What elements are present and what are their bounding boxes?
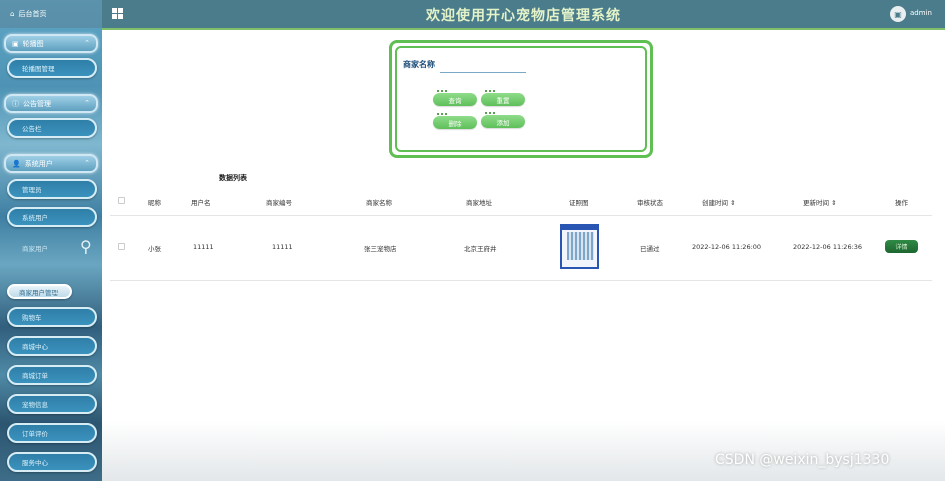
user-icon: 👤 (12, 159, 21, 168)
info-icon: ⓘ (12, 99, 19, 108)
detail-button[interactable]: 详情 (885, 240, 918, 253)
sidebar-item-service-center[interactable]: 服务中心 (7, 452, 97, 472)
table-divider (110, 215, 932, 216)
column-header: 昵称 (148, 199, 161, 207)
column-header: 审核状态 (637, 199, 663, 207)
sidebar-group-carousel[interactable]: ▣ 轮播图 ⌃ (4, 34, 98, 53)
sidebar-home-link[interactable]: ⌂ 后台首页 (0, 0, 102, 28)
sidebar-item-label: 订单评价 (22, 430, 48, 438)
image-icon: ▣ (12, 39, 19, 48)
sidebar-item-label: 轮播图管理 (22, 65, 55, 73)
pin-icon: ⚲ (80, 237, 92, 256)
data-list-title: 数据列表 (219, 174, 247, 182)
chevron-up-icon: ⌃ (84, 99, 90, 107)
license-image[interactable] (560, 224, 599, 269)
sidebar-item-label: 系统用户 (22, 214, 48, 222)
sidebar-item-order-reviews[interactable]: 订单评价 (7, 423, 97, 443)
sidebar-item-carousel-manage[interactable]: 轮播图管理 (7, 58, 97, 78)
app-window: ⌂ 后台首页 ▣ 轮播图 ⌃ 轮播图管理 ⓘ 公告管理 ⌃ 公告栏 👤 系统用户… (0, 0, 945, 481)
select-all-checkbox[interactable] (118, 197, 125, 204)
sidebar-item-mall-center[interactable]: 商城中心 (7, 336, 97, 356)
sidebar-item-label: 服务中心 (22, 459, 48, 467)
cell-shop-name: 张三宠物店 (364, 245, 397, 253)
table-divider (110, 280, 932, 281)
column-header-sortable[interactable]: 更新时间 ⇕ (803, 197, 837, 207)
sidebar-item-admin[interactable]: 管理员 (7, 179, 97, 199)
merchant-name-input[interactable] (440, 60, 526, 73)
sidebar-item-label: 商城订单 (22, 372, 48, 380)
search-label: 商家名称 (403, 60, 435, 69)
row-checkbox[interactable] (118, 243, 125, 250)
home-icon: ⌂ (10, 10, 15, 18)
delete-button[interactable]: 删除 (433, 113, 477, 129)
chevron-up-icon: ⌃ (84, 159, 90, 167)
column-header: 用户名 (191, 199, 211, 207)
sidebar-item-merchant-manage[interactable]: 商家用户管理 (7, 284, 72, 299)
cell-updated-time: 2022-12-06 11:26:36 (793, 243, 863, 251)
sidebar-group-system-users[interactable]: 👤 系统用户 ⌃ (4, 154, 98, 173)
cell-shop-address: 北京王府井 (464, 245, 497, 253)
sidebar-item-pet-info[interactable]: 宠物信息 (7, 394, 97, 414)
header-divider (102, 28, 945, 30)
watermark-text: CSDN @weixin_bysj1330 (715, 452, 890, 468)
column-header: 商家编号 (266, 199, 292, 207)
sidebar-item-label: 商家用户 (22, 245, 48, 253)
column-header: 证照图 (569, 199, 589, 207)
reset-button[interactable]: 重置 (481, 90, 525, 106)
sidebar-item-notice-board[interactable]: 公告栏 (7, 118, 97, 138)
sidebar-item-label: 宠物信息 (22, 401, 48, 409)
column-header: 商家地址 (466, 199, 492, 207)
column-header-sortable[interactable]: 创建时间 ⇕ (702, 197, 736, 207)
cell-nickname: 小张 (148, 245, 161, 253)
sidebar-item-label: 公告栏 (22, 125, 42, 133)
sidebar-item-label: 管理员 (22, 186, 42, 194)
username-label: admin (910, 9, 932, 17)
query-button[interactable]: 查询 (433, 90, 477, 106)
page-title: 欢迎使用开心宠物店管理系统 (426, 8, 621, 24)
sidebar-group-notice[interactable]: ⓘ 公告管理 ⌃ (4, 94, 98, 113)
cell-created-time: 2022-12-06 11:26:00 (692, 243, 762, 251)
sidebar-item-cart[interactable]: 购物车 (7, 307, 97, 327)
hand-cursor-icon: ☝ (52, 289, 59, 300)
sidebar-item-label: 购物车 (22, 314, 42, 322)
sidebar-item-system-users[interactable]: 系统用户 (7, 207, 97, 227)
sidebar-group-label: 轮播图 (22, 39, 44, 48)
cell-shop-number: 11111 (272, 243, 293, 251)
bottom-shade (102, 420, 945, 481)
chevron-up-icon: ⌃ (84, 39, 90, 47)
sidebar-group-label: 公告管理 (23, 99, 51, 108)
column-header: 商家名称 (366, 199, 392, 207)
top-bar: 欢迎使用开心宠物店管理系统 ▣ admin (102, 0, 945, 28)
sidebar-item-label: 商城中心 (22, 343, 48, 351)
sidebar-home-label: 后台首页 (18, 10, 47, 18)
avatar[interactable]: ▣ (890, 6, 906, 22)
add-button[interactable]: 添加 (481, 112, 525, 128)
cell-review-status: 已通过 (640, 245, 660, 253)
column-header: 操作 (895, 199, 908, 207)
sidebar-group-label: 系统用户 (24, 159, 53, 168)
sidebar-item-mall-orders[interactable]: 商城订单 (7, 365, 97, 385)
cell-username: 11111 (193, 243, 214, 251)
sidebar: ⌂ 后台首页 ▣ 轮播图 ⌃ 轮播图管理 ⓘ 公告管理 ⌃ 公告栏 👤 系统用户… (0, 0, 102, 481)
